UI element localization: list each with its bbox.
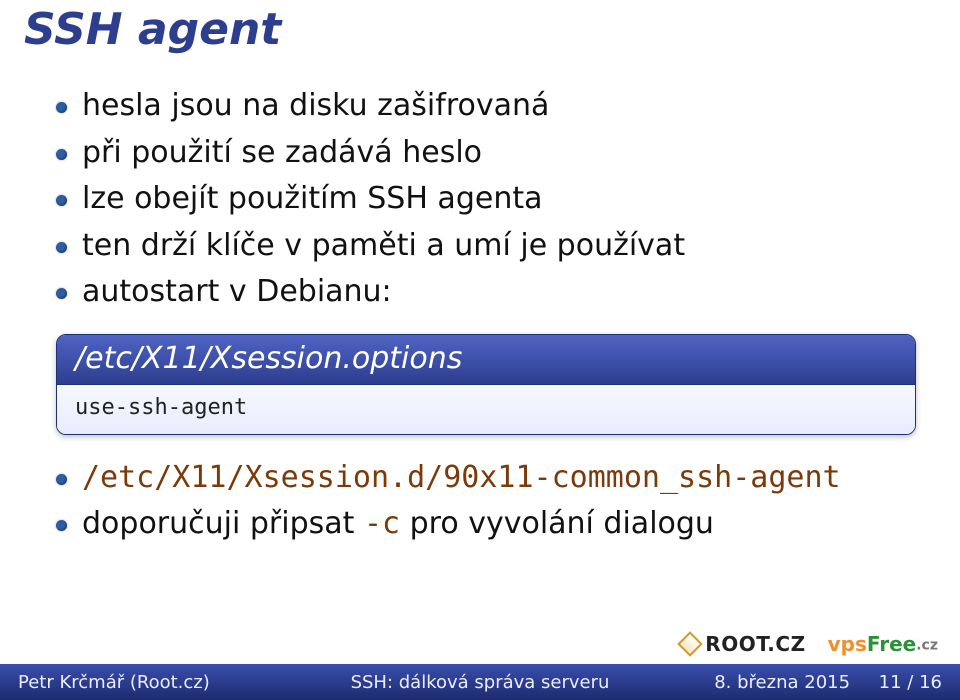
code-box-body: use-ssh-agent bbox=[57, 385, 915, 434]
slide-content: hesla jsou na disku zašifrovaná při použ… bbox=[0, 83, 960, 700]
bullet-text-before: doporučuji připsat bbox=[82, 506, 364, 541]
root-logo: ROOT.CZ bbox=[681, 632, 805, 656]
bullet-item: ten drží klíče v paměti a umí je používa… bbox=[52, 223, 920, 270]
bullet-item: autostart v Debianu: bbox=[52, 269, 920, 316]
code-box-header: /etc/X11/Xsession.options bbox=[57, 335, 915, 385]
bullet-item: lze obejít použitím SSH agenta bbox=[52, 176, 920, 223]
code-path: /etc/X11/Xsession.d/90x11-common_ssh-age… bbox=[82, 460, 841, 495]
vpsfree-logo-part3: .cz bbox=[916, 638, 938, 654]
slide: SSH agent hesla jsou na disku zašifrovan… bbox=[0, 0, 960, 700]
slide-title: SSH agent bbox=[0, 0, 960, 83]
bullet-item: doporučuji připsat -c pro vyvolání dialo… bbox=[52, 501, 920, 548]
bullet-list-bottom: /etc/X11/Xsession.d/90x11-common_ssh-age… bbox=[52, 455, 920, 548]
code-flag: -c bbox=[364, 506, 400, 541]
bullet-item: /etc/X11/Xsession.d/90x11-common_ssh-age… bbox=[52, 455, 920, 502]
root-logo-text: ROOT.CZ bbox=[705, 632, 805, 656]
footer-title: SSH: dálková správa serveru bbox=[0, 672, 960, 693]
vpsfree-logo-part2: Free bbox=[867, 632, 916, 656]
bullet-item: hesla jsou na disku zašifrovaná bbox=[52, 83, 920, 130]
logo-bar: ROOT.CZ vpsFree.cz bbox=[681, 632, 938, 656]
bullet-item: při použití se zadává heslo bbox=[52, 130, 920, 177]
vpsfree-logo-part1: vps bbox=[828, 632, 867, 656]
vpsfree-logo: vpsFree.cz bbox=[828, 632, 938, 656]
footer: Petr Krčmář (Root.cz) SSH: dálková správ… bbox=[0, 664, 960, 700]
bullet-list-top: hesla jsou na disku zašifrovaná při použ… bbox=[52, 83, 920, 316]
bullet-text-after: pro vyvolání dialogu bbox=[400, 506, 714, 541]
code-box: /etc/X11/Xsession.options use-ssh-agent bbox=[56, 334, 916, 435]
root-logo-icon bbox=[678, 631, 703, 656]
